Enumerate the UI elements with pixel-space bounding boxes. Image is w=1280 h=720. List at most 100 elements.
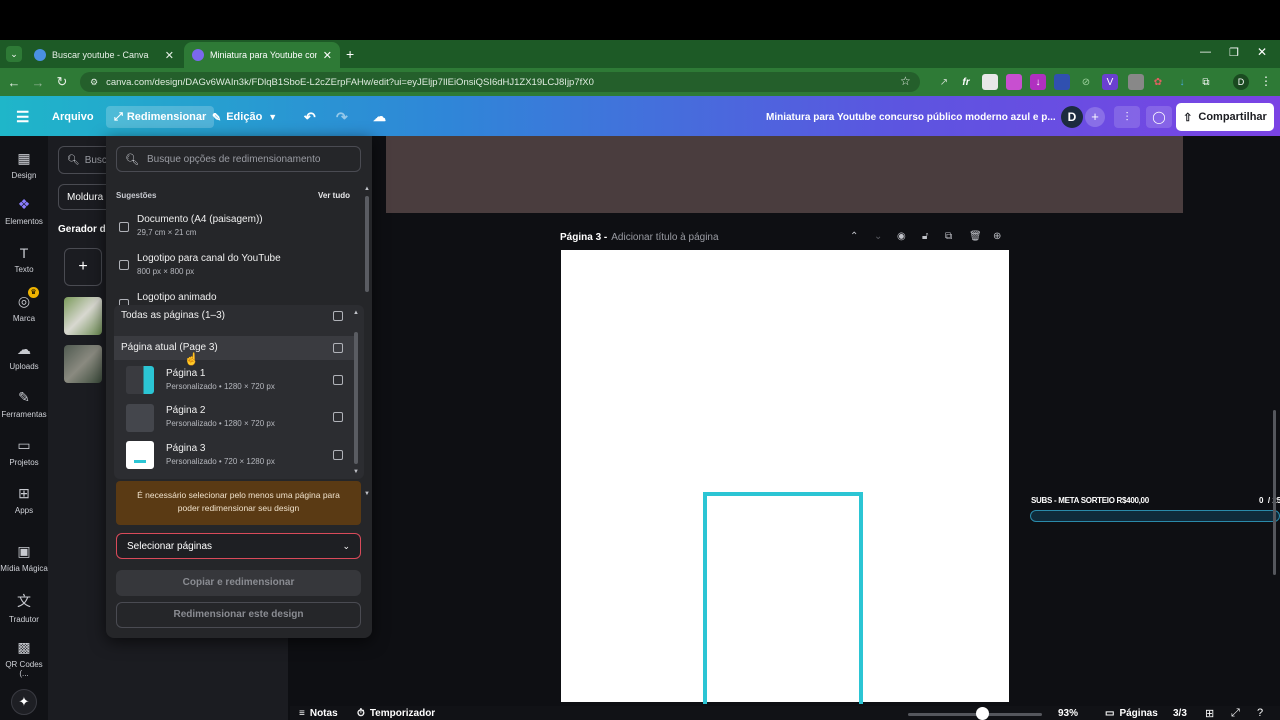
pages-button[interactable]: ▭ Páginas: [1105, 708, 1158, 719]
share-button[interactable]: ⇧ Compartilhar: [1176, 103, 1274, 131]
extension-11-icon[interactable]: ↓: [1174, 74, 1190, 90]
extensions-puzzle-icon[interactable]: ⧉: [1198, 74, 1214, 90]
browser-menu-icon[interactable]: ⋮: [1260, 74, 1272, 88]
browser-tab-2[interactable]: Miniatura para Youtube concur ✕: [184, 42, 340, 68]
extension-2-icon[interactable]: fr: [958, 74, 974, 90]
site-info-icon[interactable]: ⚙: [90, 77, 98, 88]
sidebar-item-ferramentas[interactable]: ✎ Ferramentas: [0, 389, 48, 419]
url-field[interactable]: ⚙ canva.com/design/DAGv6WAIn3k/FDlqB1Sbo…: [80, 72, 920, 92]
extension-9-icon[interactable]: [1128, 74, 1144, 90]
extension-5-icon[interactable]: ↓: [1030, 74, 1046, 90]
design-title[interactable]: Miniatura para Youtube concurso público …: [766, 106, 1056, 128]
extension-8-icon[interactable]: V: [1102, 74, 1118, 90]
close-tab-icon[interactable]: ✕: [323, 49, 332, 62]
thumbnail-building-image[interactable]: [64, 345, 102, 383]
scroll-up-icon[interactable]: ▲: [364, 186, 370, 192]
user-avatar[interactable]: D: [1061, 106, 1083, 128]
suggestion-item[interactable]: Logotipo para canal do YouTube 800 px × …: [137, 253, 281, 276]
sidebar-item-qr-codes[interactable]: ▩ QR Codes (...: [0, 639, 48, 678]
lock-page-icon[interactable]: 🔓︎: [922, 231, 928, 242]
current-page-option[interactable]: Página atual (Page 3): [121, 342, 218, 353]
sidebar-item-apps[interactable]: ⊞ Apps: [0, 485, 48, 515]
forward-icon[interactable]: →: [26, 75, 50, 90]
close-tab-icon[interactable]: ✕: [165, 49, 174, 62]
back-icon[interactable]: ←: [2, 75, 26, 90]
maximize-icon[interactable]: ❐: [1229, 46, 1239, 59]
close-window-icon[interactable]: ✕: [1257, 45, 1267, 59]
redimensionar-button[interactable]: ⤢ Redimensionar: [106, 106, 215, 128]
cloud-save-icon[interactable]: ☁: [373, 106, 386, 128]
arquivo-menu[interactable]: Arquivo: [52, 106, 94, 128]
reload-icon[interactable]: ↻: [50, 74, 74, 90]
resize-search-input[interactable]: 🔍︎ Busque opções de redimensionamento: [116, 146, 361, 172]
suggestion-item[interactable]: Documento (A4 (paisagem)) 29,7 cm × 21 c…: [137, 214, 263, 237]
notes-button[interactable]: ≡ Notas: [299, 708, 338, 719]
see-all-link[interactable]: Ver tudo: [318, 191, 350, 200]
design-page[interactable]: [561, 250, 1009, 704]
canvas-scrollbar[interactable]: [1273, 410, 1276, 575]
duplicate-page-icon[interactable]: ⧉: [945, 231, 952, 242]
zoom-slider[interactable]: [908, 713, 1042, 716]
insights-chart-icon[interactable]: ⫶: [1114, 106, 1140, 128]
main-menu-icon[interactable]: ☰: [16, 106, 29, 128]
page-list-scrollbar[interactable]: [354, 332, 358, 464]
magic-sparkle-button[interactable]: ✦: [11, 689, 37, 715]
sidebar-item-midia-magica[interactable]: ▣ Mídia Mágica: [0, 543, 48, 573]
edicao-menu[interactable]: ✎ Edição ▼: [212, 106, 277, 128]
sidebar-item-elementos[interactable]: ❖ Elementos: [0, 196, 48, 226]
minimize-icon[interactable]: —: [1200, 46, 1211, 58]
add-item-button[interactable]: +: [64, 248, 102, 286]
page-option[interactable]: Página 2 Personalizado • 1280 × 720 px: [166, 405, 275, 428]
extension-6-icon[interactable]: [1054, 74, 1070, 90]
help-icon[interactable]: ?: [1257, 707, 1263, 719]
undo-icon[interactable]: ↶: [304, 106, 316, 128]
browser-tab-1[interactable]: Buscar youtube - Canva ✕: [26, 42, 182, 68]
page-3-checkbox[interactable]: [333, 450, 343, 460]
resize-this-design-button[interactable]: Redimensionar este design: [116, 602, 361, 628]
page-option[interactable]: Página 1 Personalizado • 1280 × 720 px: [166, 368, 275, 391]
zoom-slider-handle[interactable]: [976, 707, 989, 720]
page-2-preview[interactable]: [386, 136, 1183, 213]
extension-3-icon[interactable]: [982, 74, 998, 90]
delete-page-icon[interactable]: 🗑︎: [969, 231, 982, 242]
grid-view-icon[interactable]: ⊞: [1205, 707, 1214, 720]
sidebar-item-uploads[interactable]: ☁ Uploads: [0, 341, 48, 371]
scroll-down-icon[interactable]: ▼: [353, 469, 359, 475]
move-down-icon[interactable]: ⌄: [874, 231, 882, 242]
suggestion-item[interactable]: Logotipo animado: [137, 292, 217, 303]
add-page-icon[interactable]: ⊕: [993, 231, 1001, 242]
bookmark-star-icon[interactable]: ☆: [900, 74, 911, 88]
teal-frame-shape[interactable]: [703, 492, 863, 704]
extension-10-icon[interactable]: ✿: [1150, 74, 1166, 90]
extension-1-icon[interactable]: ↗: [936, 74, 952, 90]
scroll-up-icon[interactable]: ▲: [353, 310, 359, 316]
page-title-input[interactable]: Adicionar título à página: [611, 232, 718, 243]
suggestion-checkbox[interactable]: [119, 260, 129, 270]
suggestions-scrollbar[interactable]: [365, 196, 369, 292]
tab-list-icon[interactable]: ⌄: [6, 46, 22, 62]
zoom-level[interactable]: 93%: [1058, 708, 1078, 719]
sidebar-item-marca[interactable]: ◎ Marca: [0, 293, 48, 323]
all-pages-option[interactable]: Todas as páginas (1–3): [121, 310, 225, 321]
sidebar-item-projetos[interactable]: ▭ Projetos: [0, 437, 48, 467]
scroll-down-icon[interactable]: ▼: [364, 491, 370, 497]
sidebar-item-design[interactable]: ▦ Design: [0, 150, 48, 180]
new-tab-button[interactable]: +: [346, 46, 354, 62]
timer-button[interactable]: ⏱ Temporizador: [357, 708, 435, 719]
extension-4-icon[interactable]: [1006, 74, 1022, 90]
all-pages-checkbox[interactable]: [333, 311, 343, 321]
copy-and-resize-button[interactable]: Copiar e redimensionar: [116, 570, 361, 596]
redo-icon[interactable]: ↷: [336, 106, 348, 128]
page-option[interactable]: Página 3 Personalizado • 720 × 1280 px: [166, 443, 275, 466]
fullscreen-icon[interactable]: ⤢: [1231, 707, 1240, 720]
page-2-checkbox[interactable]: [333, 412, 343, 422]
profile-avatar[interactable]: D: [1233, 74, 1249, 90]
current-page-checkbox[interactable]: [333, 343, 343, 353]
sidebar-item-tradutor[interactable]: 文 Tradutor: [0, 591, 48, 624]
comment-icon[interactable]: ◯: [1146, 106, 1172, 128]
sidebar-item-texto[interactable]: T Texto: [0, 245, 48, 274]
select-pages-dropdown[interactable]: Selecionar páginas ⌄: [116, 533, 361, 559]
extension-7-icon[interactable]: ⊘: [1078, 74, 1094, 90]
move-up-icon[interactable]: ⌃: [850, 231, 858, 242]
add-collaborator-icon[interactable]: +: [1085, 107, 1105, 127]
